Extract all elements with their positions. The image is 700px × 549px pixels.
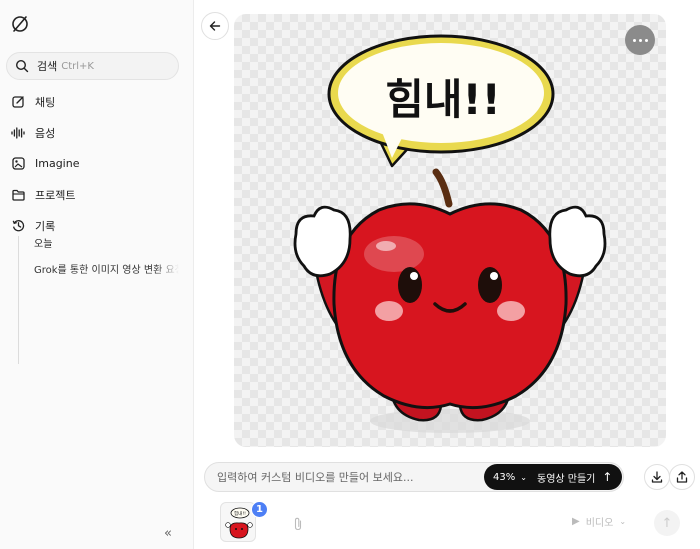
apple-character	[293, 168, 607, 433]
play-icon: ▶	[572, 516, 580, 527]
sidebar-item-label: Imagine	[35, 157, 80, 170]
make-video-label: 동영상 만들기	[537, 473, 596, 485]
collapse-sidebar-button[interactable]: «	[164, 526, 172, 541]
audio-wave-icon	[11, 126, 25, 140]
dot	[638, 38, 642, 42]
sidebar-item-label: 채팅	[35, 95, 56, 109]
send-button[interactable]: ↑	[654, 510, 680, 536]
image-sparkle-icon	[11, 157, 25, 171]
sidebar-item-voice[interactable]: 음성	[0, 117, 194, 148]
folder-icon	[11, 188, 25, 202]
pencil-square-icon	[11, 95, 25, 109]
progress-percent-dropdown[interactable]: 43% ⌄	[484, 472, 534, 483]
download-button[interactable]	[644, 464, 670, 490]
app: 검색 Ctrl+K 채팅 음성 Imagine 프로젝트 기록 오늘 Grok를…	[0, 0, 700, 549]
sidebar-item-projects[interactable]: 프로젝트	[0, 179, 194, 210]
history-chat-item[interactable]: Grok를 통한 이미지 영상 변환 요청	[19, 262, 179, 280]
generate-video-pill: 43% ⌄ 동영상 만들기 ↑	[484, 464, 622, 490]
history-clock-icon	[11, 219, 25, 233]
search-label: 검색	[37, 60, 58, 73]
dot	[632, 38, 636, 42]
arrow-left-icon	[209, 21, 221, 31]
speech-bubble-text: 힘내!!	[385, 75, 501, 124]
sidebar: 검색 Ctrl+K 채팅 음성 Imagine 프로젝트 기록 오늘 Grok를…	[0, 0, 194, 549]
search-icon	[15, 59, 29, 73]
sidebar-item-label: 음성	[35, 126, 56, 140]
thumbnail-bubble-text: 힘내!!	[234, 510, 246, 517]
mode-label: 비디오	[585, 518, 614, 529]
sidebar-item-label: 기록	[35, 219, 56, 233]
attachment-count-badge: 1	[251, 501, 268, 518]
make-video-button[interactable]: 동영상 만들기 ↑	[537, 470, 612, 485]
download-icon	[651, 471, 663, 483]
mode-selector[interactable]: ▶ 비디오 ⌄	[572, 514, 626, 529]
sidebar-item-chat[interactable]: 채팅	[0, 86, 194, 117]
back-button[interactable]	[201, 12, 229, 40]
attach-button[interactable]	[293, 516, 303, 535]
more-options-button[interactable]	[625, 25, 655, 55]
progress-percent: 43%	[493, 471, 516, 483]
arrow-up-icon: ↑	[602, 470, 613, 484]
sidebar-nav: 채팅 음성 Imagine 프로젝트 기록	[0, 86, 194, 241]
share-icon	[676, 471, 688, 483]
sidebar-item-label: 프로젝트	[35, 188, 76, 202]
chevron-down-icon: ⌄	[520, 472, 527, 482]
paperclip-icon	[294, 517, 302, 531]
history-list: 오늘 Grok를 통한 이미지 영상 변환 요청	[18, 236, 188, 364]
grok-logo-icon[interactable]	[10, 14, 30, 34]
history-day-heading: 오늘	[34, 239, 53, 250]
search-shortcut: Ctrl+K	[61, 60, 94, 72]
share-button[interactable]	[669, 464, 695, 490]
dot	[644, 38, 648, 42]
speech-bubble: 힘내!!	[327, 34, 555, 168]
search-button[interactable]: 검색 Ctrl+K	[6, 52, 179, 80]
sidebar-item-imagine[interactable]: Imagine	[0, 148, 194, 179]
apple-mascot-image: 힘내!!	[293, 34, 607, 433]
generated-image-canvas[interactable]: 힘내!!	[234, 14, 666, 447]
chevron-down-icon: ⌄	[619, 517, 627, 526]
arrow-up-icon: ↑	[661, 515, 673, 531]
video-prompt-input[interactable]	[205, 463, 475, 491]
